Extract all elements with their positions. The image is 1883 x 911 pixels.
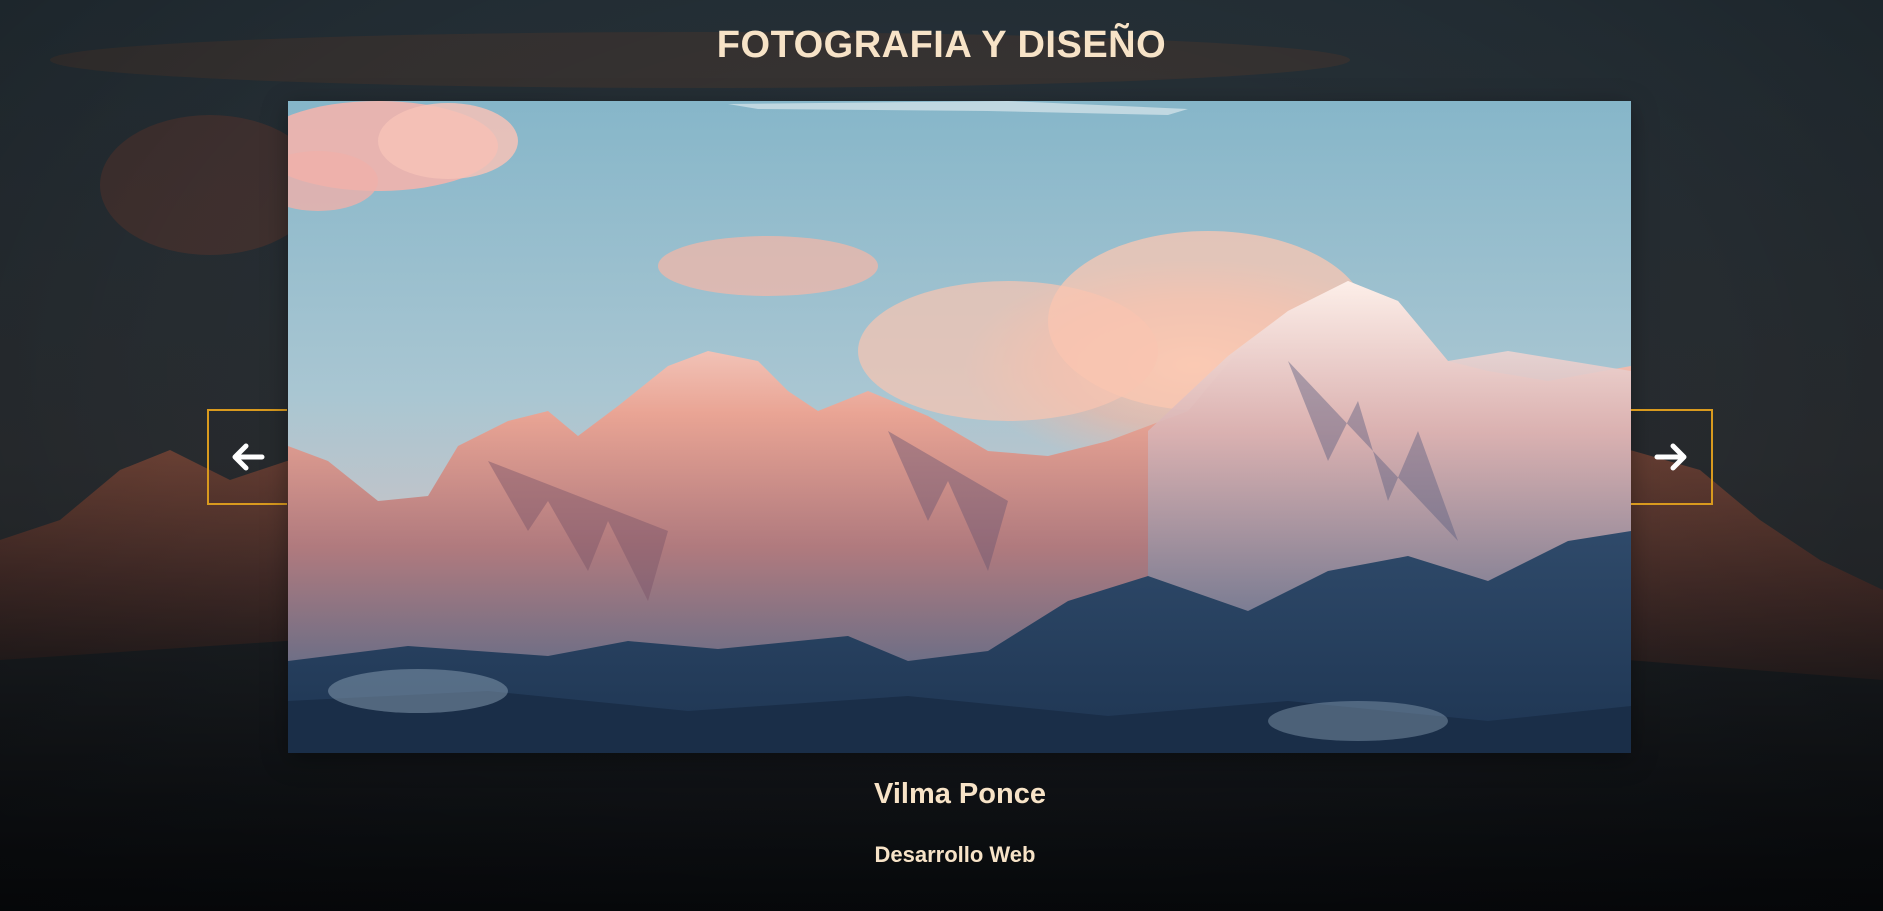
prev-slide-button[interactable] [207,409,287,505]
slide-caption-role: Desarrollo Web [874,842,1036,867]
next-slide-button[interactable] [1631,409,1713,505]
slide-caption-name: Vilma Ponce [874,778,1046,810]
slide-image [288,101,1631,753]
arrow-left-icon [232,443,265,471]
image-slider [0,0,1883,911]
arrow-right-icon [1654,443,1687,471]
